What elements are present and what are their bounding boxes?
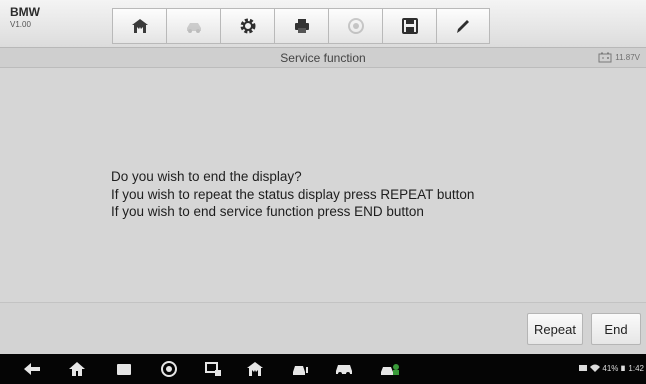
gear-icon — [240, 18, 255, 34]
recent-apps-button[interactable] — [114, 360, 134, 378]
help-button[interactable] — [328, 8, 382, 44]
toolbar — [112, 8, 544, 44]
save-button[interactable] — [382, 8, 436, 44]
software-version: V1.00 — [10, 20, 31, 29]
android-home-button[interactable] — [67, 360, 87, 378]
end-button[interactable]: End — [591, 313, 641, 345]
system-nav-bar: 41% 1:42 — [0, 354, 646, 384]
vehicle-swap-icon — [186, 23, 201, 33]
edit-button[interactable] — [436, 8, 490, 44]
car-button[interactable] — [334, 360, 354, 378]
back-button[interactable] — [22, 360, 42, 378]
vehicle-battery-indicator: 11.87V — [598, 52, 640, 63]
battery-icon — [621, 365, 626, 371]
service-icon — [381, 364, 399, 375]
browser-button[interactable] — [159, 360, 179, 378]
message-line: Do you wish to end the display? — [111, 169, 302, 184]
vehicle-swap-button[interactable] — [166, 8, 220, 44]
wifi-icon — [590, 364, 601, 372]
save-icon — [401, 18, 418, 34]
diagnostic-home-button[interactable] — [245, 360, 265, 378]
print-button[interactable] — [274, 8, 328, 44]
recent-apps-icon — [117, 364, 131, 375]
help-icon — [347, 18, 364, 34]
home-icon — [69, 362, 85, 376]
top-bar: BMW V1.00 — [0, 0, 646, 48]
remote-icon — [205, 362, 221, 376]
content-area: Do you wish to end the display? If you w… — [0, 69, 646, 302]
home-button[interactable] — [112, 8, 166, 44]
message-icon — [579, 365, 588, 371]
battery-icon — [598, 52, 612, 63]
print-icon — [294, 19, 309, 33]
repeat-button[interactable]: Repeat — [527, 313, 583, 345]
battery-voltage: 11.87V — [615, 53, 640, 62]
home-icon — [131, 19, 148, 33]
app-window: BMW V1.00 Service function 11.87V Do you… — [0, 0, 646, 384]
browser-icon — [161, 361, 177, 377]
service-button[interactable] — [378, 360, 402, 378]
message-line: If you wish to repeat the status display… — [111, 186, 475, 202]
battery-percent: 41% — [602, 363, 619, 373]
edit-icon — [457, 20, 469, 33]
vehicle-make: BMW — [10, 5, 40, 19]
vehicle-icon — [293, 366, 308, 375]
vehicle-info: BMW V1.00 — [10, 6, 70, 30]
message-block: Do you wish to end the display? If you w… — [111, 168, 611, 221]
action-bar: Repeat End — [0, 302, 646, 354]
vehicle-button[interactable] — [290, 360, 310, 378]
status-bar: 41% 1:42 — [578, 363, 644, 373]
remote-button[interactable] — [203, 360, 223, 378]
car-icon — [336, 365, 352, 376]
back-icon — [24, 363, 40, 375]
settings-button[interactable] — [220, 8, 274, 44]
clock: 1:42 — [628, 363, 644, 373]
diagnostic-home-icon — [247, 362, 263, 376]
page-title: Service function — [280, 51, 366, 65]
message-line: If you wish to end service function pres… — [111, 204, 424, 219]
title-bar: Service function 11.87V — [0, 48, 646, 68]
